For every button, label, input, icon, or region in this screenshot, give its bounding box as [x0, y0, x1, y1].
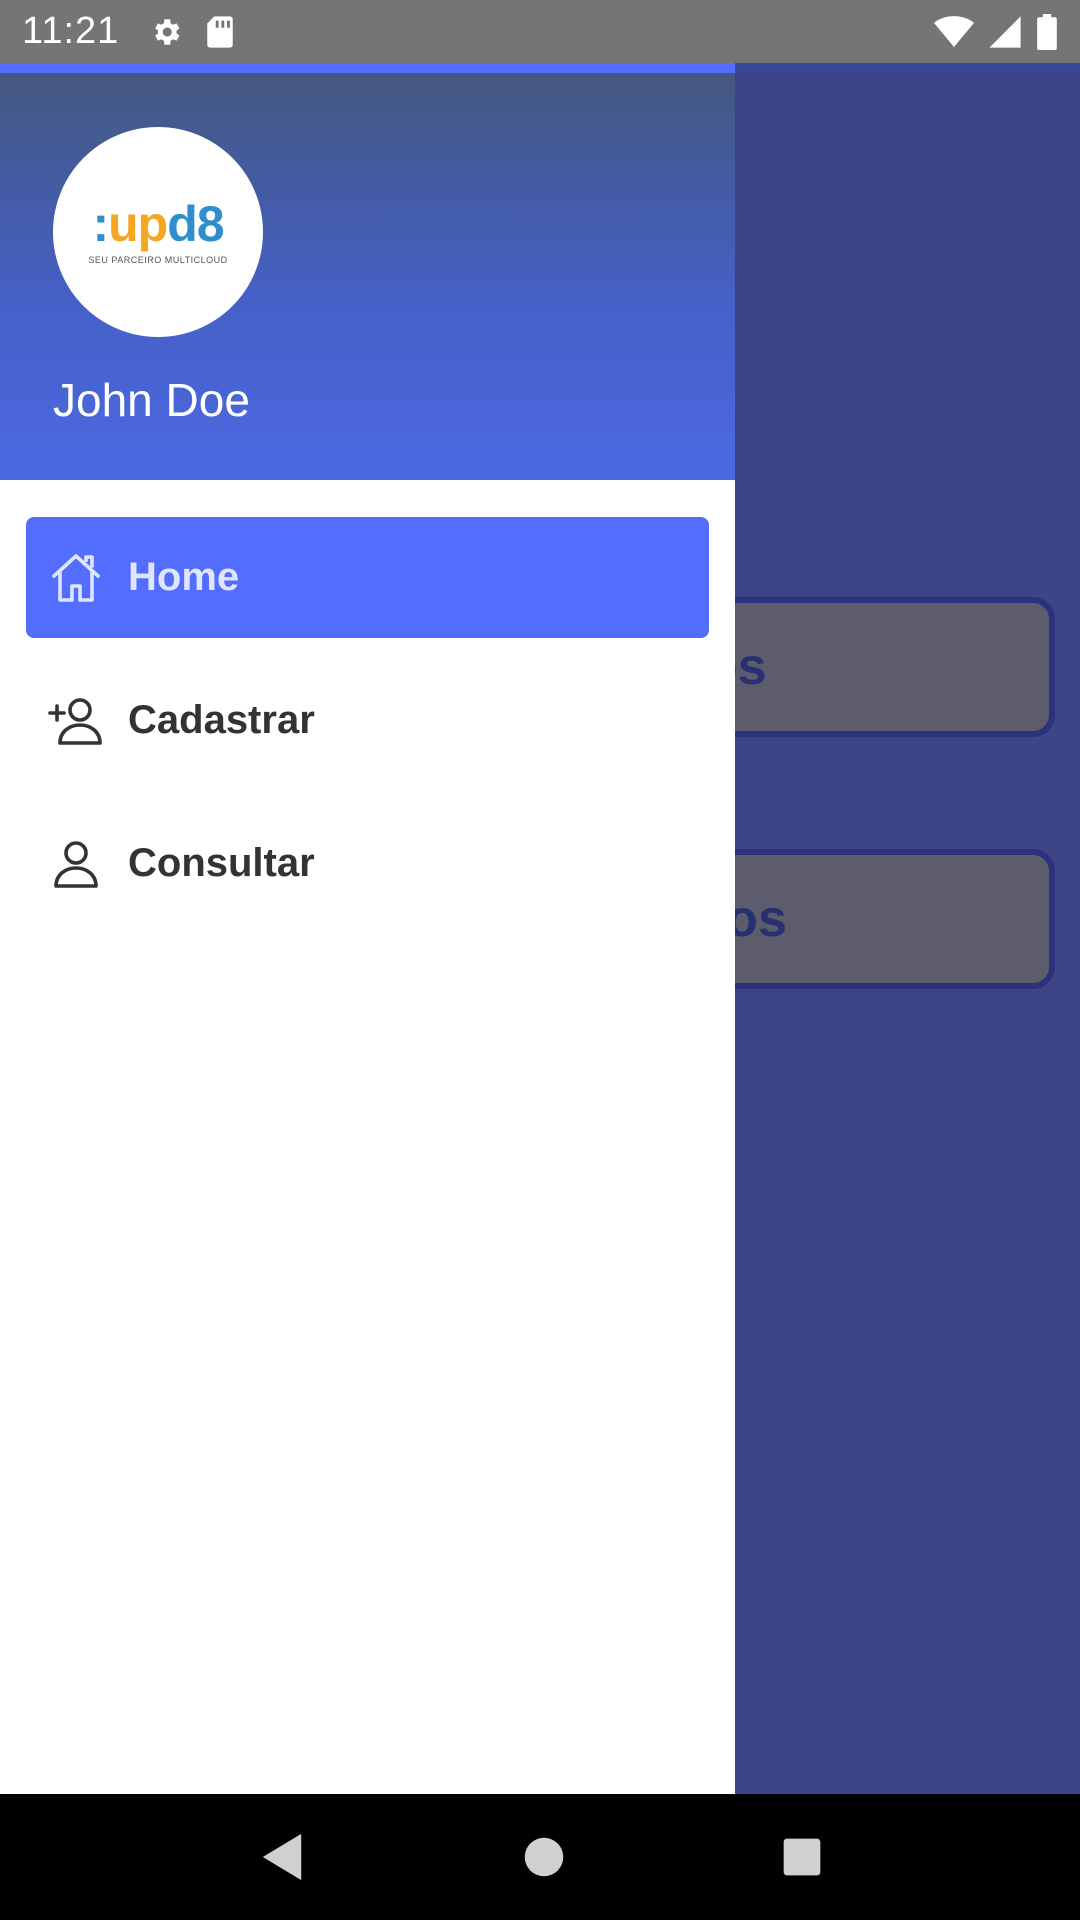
back-icon[interactable] — [258, 1832, 306, 1882]
sd-card-icon — [207, 15, 234, 48]
menu-item-cadastrar[interactable]: Cadastrar — [26, 660, 709, 781]
gear-icon — [155, 18, 180, 45]
logo-part2: d8 — [167, 196, 224, 252]
navigation-drawer: :upd8 SEU PARCEIRO MULTICLOUD John Doe H… — [0, 63, 735, 1794]
recents-icon[interactable] — [782, 1837, 822, 1877]
logo-prefix: : — [92, 196, 109, 252]
user-icon — [48, 836, 104, 892]
home-circle-icon[interactable] — [523, 1836, 565, 1878]
menu-item-consultar[interactable]: Consultar — [26, 803, 709, 924]
system-nav-bar — [0, 1794, 1080, 1920]
status-bar: 11:21 — [0, 0, 1080, 63]
menu-item-home[interactable]: Home — [26, 517, 709, 638]
menu-item-home-label: Home — [128, 555, 240, 599]
home-icon — [48, 550, 104, 606]
logo-part1: up — [108, 196, 168, 252]
status-right-icons — [934, 13, 1058, 50]
add-user-icon — [48, 693, 104, 749]
logo: :upd8 — [92, 196, 224, 252]
user-name: John Doe — [53, 374, 250, 426]
drawer-menu: Home Cadastrar Consultar — [26, 517, 709, 946]
logo-tagline: SEU PARCEIRO MULTICLOUD — [88, 255, 228, 265]
drawer-header: :upd8 SEU PARCEIRO MULTICLOUD John Doe — [0, 73, 735, 480]
battery-icon — [1037, 13, 1057, 50]
menu-item-cadastrar-label: Cadastrar — [128, 698, 315, 742]
status-time: 11:21 — [22, 10, 120, 52]
drawer-topline — [0, 63, 735, 73]
screen: 11:21:upd8 SEU PARCEIRO MULTICLOUD John… — [0, 0, 1080, 1920]
avatar: :upd8 SEU PARCEIRO MULTICLOUD — [53, 127, 263, 337]
wifi-icon — [934, 15, 974, 47]
status-left-icons — [149, 15, 235, 49]
menu-item-consultar-label: Consultar — [128, 841, 315, 885]
signal-icon — [989, 15, 1021, 48]
